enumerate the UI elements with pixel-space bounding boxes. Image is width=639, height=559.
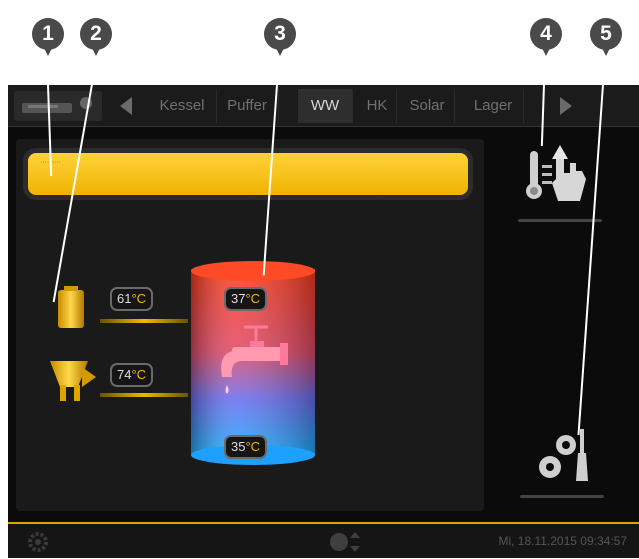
tab-solar[interactable]: Solar [400, 89, 455, 123]
callout-2: 2 [80, 18, 112, 60]
boiler-feed-line [100, 319, 188, 323]
tank-top-temp-badge: 37°C [224, 287, 268, 311]
settings-icon[interactable] [530, 427, 594, 485]
manual-temperature-label [518, 219, 602, 222]
tab-ww[interactable]: WW [298, 89, 353, 123]
tab-puffer[interactable]: Puffer [216, 89, 279, 123]
solar-feed-line [100, 393, 188, 397]
manual-temperature-button[interactable] [522, 143, 600, 205]
gear-icon[interactable] [26, 530, 50, 554]
callout-1: 1 [32, 18, 64, 60]
tank-bottom-temp-badge: 35°C [224, 435, 268, 459]
tab-next-arrow[interactable] [548, 89, 582, 123]
callout-3: 3 [264, 18, 296, 60]
status-bar: Mi, 18.11.2015 09:34:57 [8, 522, 639, 558]
right-panel [484, 139, 639, 511]
settings-label [520, 495, 604, 498]
callout-4: 4 [530, 18, 562, 60]
info-bar[interactable]: ········· [28, 153, 468, 195]
tab-prev-arrow[interactable] [110, 89, 144, 123]
tab-lager[interactable]: Lager [463, 89, 524, 123]
tab-hk[interactable]: HK [358, 89, 397, 123]
callout-5: 5 [590, 18, 622, 60]
network-globe-icon[interactable] [328, 530, 362, 554]
ww-overview-panel: ········· 61°C 74°C [16, 139, 484, 511]
status-datetime: Mi, 18.11.2015 09:34:57 [498, 534, 627, 548]
device-screen: Kessel Puffer WW HK Solar Lager ········… [8, 85, 639, 558]
solar-collector-icon [48, 357, 100, 403]
solar-temp-badge: 74°C [110, 363, 154, 387]
faucet-icon [214, 321, 294, 411]
boiler-icon [54, 284, 88, 330]
boiler-temp-badge: 61°C [110, 287, 154, 311]
tab-kessel[interactable]: Kessel [148, 89, 217, 123]
